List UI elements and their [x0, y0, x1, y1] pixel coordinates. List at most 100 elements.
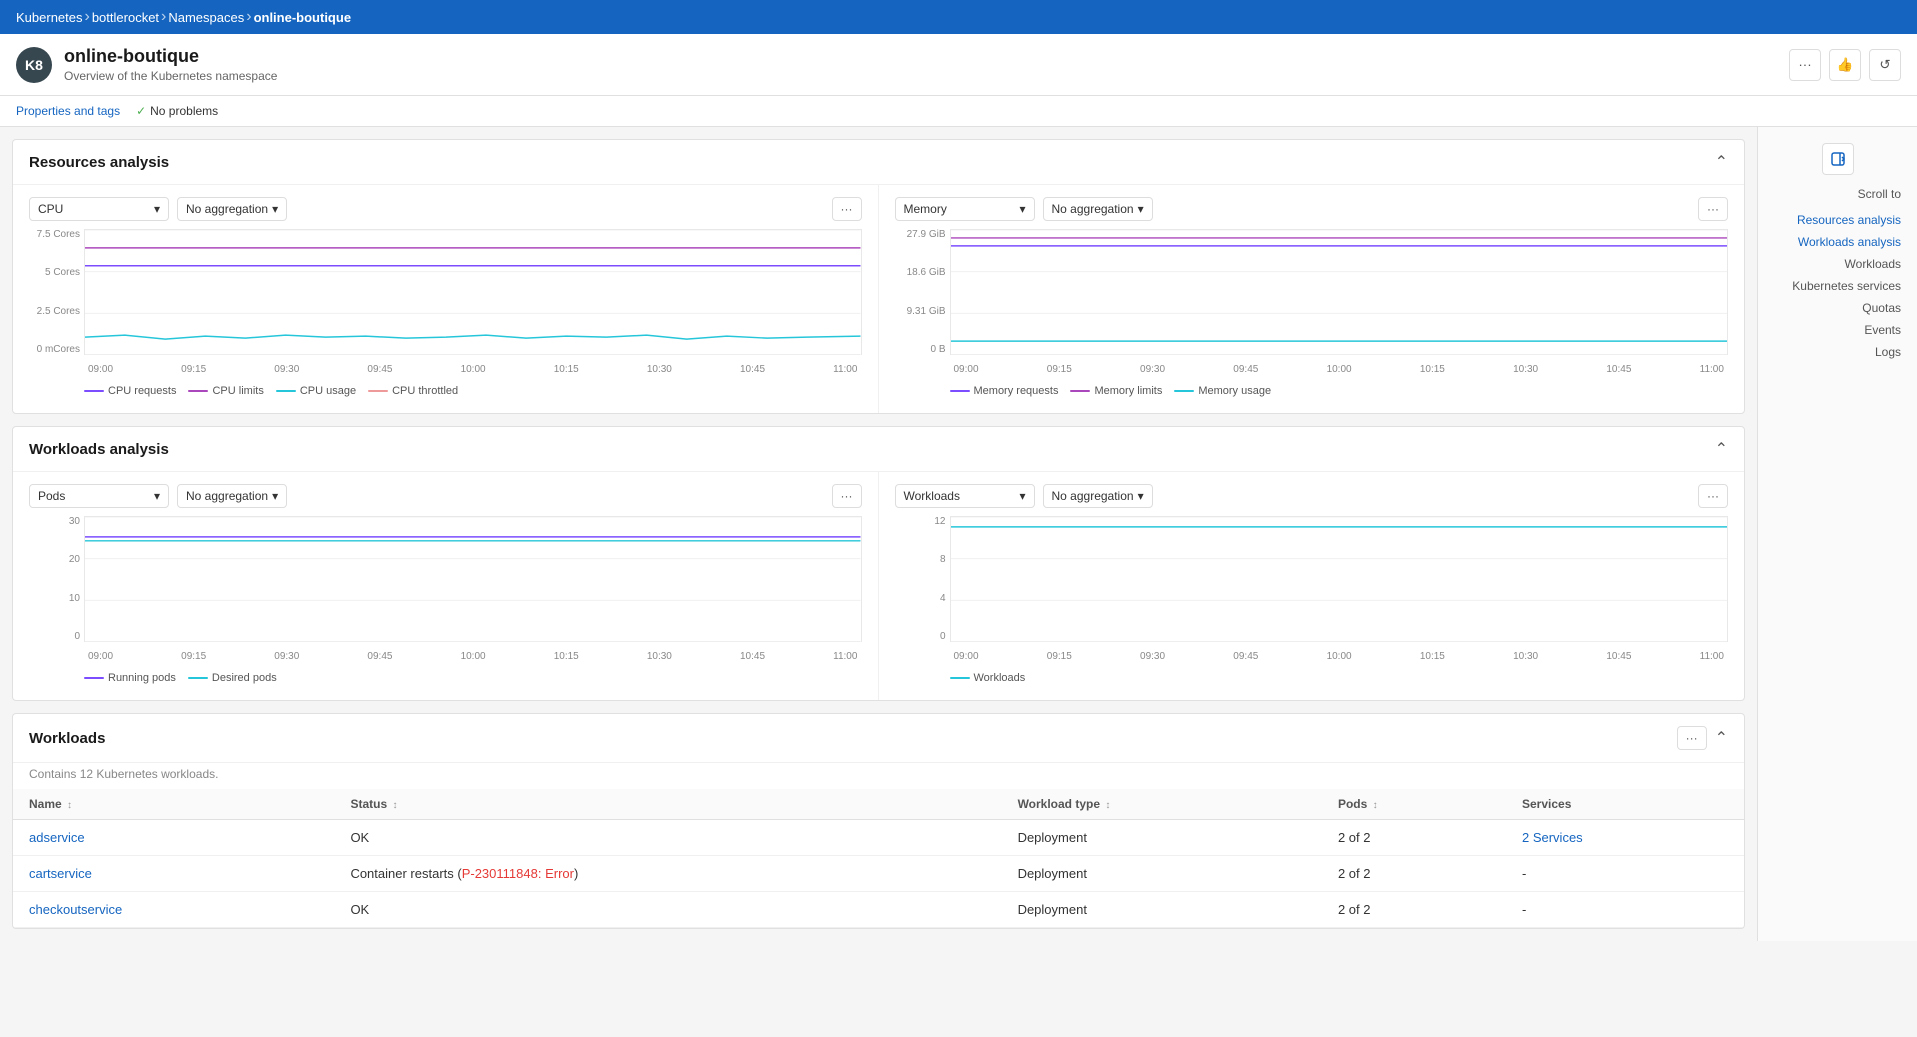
header-actions: ··· 👍 ↺: [1789, 49, 1901, 81]
adservice-link[interactable]: adservice: [29, 830, 85, 845]
row-adservice-name: adservice: [13, 820, 334, 856]
expand-icon: [1830, 151, 1846, 167]
cartservice-error-link[interactable]: P-230111848: Error: [462, 866, 574, 881]
legend-cpu-limits-line: [188, 390, 208, 392]
workloads-chart-legend: Workloads: [895, 666, 1729, 688]
col-header-pods[interactable]: Pods ↕: [1322, 789, 1506, 820]
adservice-services-link[interactable]: 2 Services: [1522, 830, 1583, 845]
breadcrumb-current: online-boutique: [254, 10, 351, 25]
breadcrumb-sep-1: ›: [85, 8, 90, 26]
pods-more-button[interactable]: ···: [832, 484, 862, 508]
cpu-select[interactable]: CPU ▾: [29, 197, 169, 221]
workloads-table-title: Workloads: [29, 730, 105, 747]
scroll-to-quotas[interactable]: Quotas: [1766, 297, 1909, 319]
workloads-analysis-header: Workloads analysis ⌃: [13, 427, 1744, 472]
status-bar: Properties and tags ✓ No problems: [0, 96, 1917, 127]
collapse-up-icon-3: ⌃: [1715, 730, 1728, 747]
pods-aggregation-select[interactable]: No aggregation ▾: [177, 484, 287, 508]
pods-chart-area: 30 20 10 0: [29, 516, 862, 666]
workloads-analysis-collapse-btn[interactable]: ⌃: [1715, 439, 1728, 459]
more-menu-button[interactable]: ···: [1789, 49, 1821, 81]
workloads-more-button[interactable]: ···: [1698, 484, 1728, 508]
refresh-button[interactable]: ↺: [1869, 49, 1901, 81]
checkoutservice-link[interactable]: checkoutservice: [29, 902, 122, 917]
pods-chart-legend: Running pods Desired pods: [29, 666, 862, 688]
breadcrumb-sep-2: ›: [161, 8, 166, 26]
legend-cpu-usage: CPU usage: [276, 385, 356, 397]
workloads-table-collapse-btn[interactable]: ⌃: [1715, 728, 1728, 748]
workloads-select[interactable]: Workloads ▾: [895, 484, 1035, 508]
workloads-chart-controls: Workloads ▾ No aggregation ▾ ···: [895, 484, 1729, 508]
col-header-name[interactable]: Name ↕: [13, 789, 334, 820]
like-button[interactable]: 👍: [1829, 49, 1861, 81]
properties-tags-link[interactable]: Properties and tags: [16, 104, 120, 118]
cpu-x-labels: 09:00 09:15 09:30 09:45 10:00 10:15 10:3…: [84, 359, 862, 379]
legend-cpu-throttled-line: [368, 390, 388, 392]
workloads-chart-svg-wrapper: [950, 516, 1729, 642]
legend-memory-usage-line: [1174, 390, 1194, 392]
scroll-to-workloads-analysis[interactable]: Workloads analysis: [1766, 231, 1909, 253]
workloads-header-actions: ··· ⌃: [1677, 726, 1728, 750]
scroll-to-resources-analysis[interactable]: Resources analysis: [1766, 209, 1909, 231]
cartservice-link[interactable]: cartservice: [29, 866, 92, 881]
resources-analysis-header: Resources analysis ⌃: [13, 140, 1744, 185]
memory-aggregation-select[interactable]: No aggregation ▾: [1043, 197, 1153, 221]
breadcrumb-bottlerocket[interactable]: bottlerocket: [92, 10, 159, 25]
header-left: K8 online-boutique Overview of the Kuber…: [16, 46, 277, 83]
legend-cpu-requests-line: [84, 390, 104, 392]
workloads-chart-panel: Workloads ▾ No aggregation ▾ ···: [879, 472, 1745, 700]
col-header-status[interactable]: Status ↕: [334, 789, 1001, 820]
resources-analysis-collapse-btn[interactable]: ⌃: [1715, 152, 1728, 172]
workloads-aggregation-select[interactable]: No aggregation ▾: [1043, 484, 1153, 508]
scroll-to-logs[interactable]: Logs: [1766, 341, 1909, 363]
header-text: online-boutique Overview of the Kubernet…: [64, 46, 277, 83]
legend-memory-limits-line: [1070, 390, 1090, 392]
workloads-table-more-button[interactable]: ···: [1677, 726, 1707, 750]
legend-memory-requests: Memory requests: [950, 385, 1059, 397]
workloads-table: Name ↕ Status ↕ Workload type ↕: [13, 789, 1744, 928]
pods-chart-controls: Pods ▾ No aggregation ▾ ···: [29, 484, 862, 508]
scroll-to-title: Scroll to: [1766, 187, 1909, 201]
pods-select[interactable]: Pods ▾: [29, 484, 169, 508]
check-icon: ✓: [136, 104, 146, 118]
legend-workloads: Workloads: [950, 672, 1026, 684]
workloads-chart-area: 12 8 4 0: [895, 516, 1729, 666]
cpu-more-button[interactable]: ···: [832, 197, 862, 221]
scroll-to-events[interactable]: Events: [1766, 319, 1909, 341]
row-checkoutservice-name: checkoutservice: [13, 892, 334, 928]
memory-x-labels: 09:00 09:15 09:30 09:45 10:00 10:15 10:3…: [950, 359, 1729, 379]
legend-running-pods: Running pods: [84, 672, 176, 684]
sort-icon-workload-type: ↕: [1105, 800, 1110, 811]
breadcrumb-namespaces[interactable]: Namespaces: [168, 10, 244, 25]
namespace-icon: K8: [16, 47, 52, 83]
status-indicator: ✓ No problems: [136, 104, 218, 118]
main-layout: Resources analysis ⌃ CPU ▾ No aggregatio…: [0, 127, 1917, 941]
row-checkoutservice-pods: 2 of 2: [1322, 892, 1506, 928]
workloads-table-head: Name ↕ Status ↕ Workload type ↕: [13, 789, 1744, 820]
cpu-chart-area: 7.5 Cores 5 Cores 2.5 Cores 0 mCores: [29, 229, 862, 379]
table-header-row: Name ↕ Status ↕ Workload type ↕: [13, 789, 1744, 820]
col-header-workload-type[interactable]: Workload type ↕: [1002, 789, 1322, 820]
workloads-table-header: Workloads ··· ⌃: [13, 714, 1744, 763]
content-area: Resources analysis ⌃ CPU ▾ No aggregatio…: [0, 127, 1757, 941]
page-subtitle: Overview of the Kubernetes namespace: [64, 69, 277, 83]
cpu-aggregation-select[interactable]: No aggregation ▾: [177, 197, 287, 221]
sidebar-expand-icon[interactable]: [1822, 143, 1854, 175]
scroll-to-kubernetes-services[interactable]: Kubernetes services: [1766, 275, 1909, 297]
memory-chart-area: 27.9 GiB 18.6 GiB 9.31 GiB 0 B: [895, 229, 1729, 379]
sort-icon-status: ↕: [392, 800, 397, 811]
row-cartservice-pods: 2 of 2: [1322, 856, 1506, 892]
legend-running-pods-line: [84, 677, 104, 679]
breadcrumb-kubernetes[interactable]: Kubernetes: [16, 10, 83, 25]
memory-select[interactable]: Memory ▾: [895, 197, 1035, 221]
memory-chart-legend: Memory requests Memory limits Memory usa…: [895, 379, 1729, 401]
table-row: adservice OK Deployment 2 of 2 2 Service…: [13, 820, 1744, 856]
cpu-chart-panel: CPU ▾ No aggregation ▾ ···: [13, 185, 879, 413]
scroll-to-workloads[interactable]: Workloads: [1766, 253, 1909, 275]
legend-cpu-usage-line: [276, 390, 296, 392]
right-sidebar: Scroll to Resources analysis Workloads a…: [1757, 127, 1917, 941]
table-row: cartservice Container restarts (P-230111…: [13, 856, 1744, 892]
row-checkoutservice-status: OK: [334, 892, 1001, 928]
memory-chart-controls: Memory ▾ No aggregation ▾ ···: [895, 197, 1729, 221]
memory-more-button[interactable]: ···: [1698, 197, 1728, 221]
